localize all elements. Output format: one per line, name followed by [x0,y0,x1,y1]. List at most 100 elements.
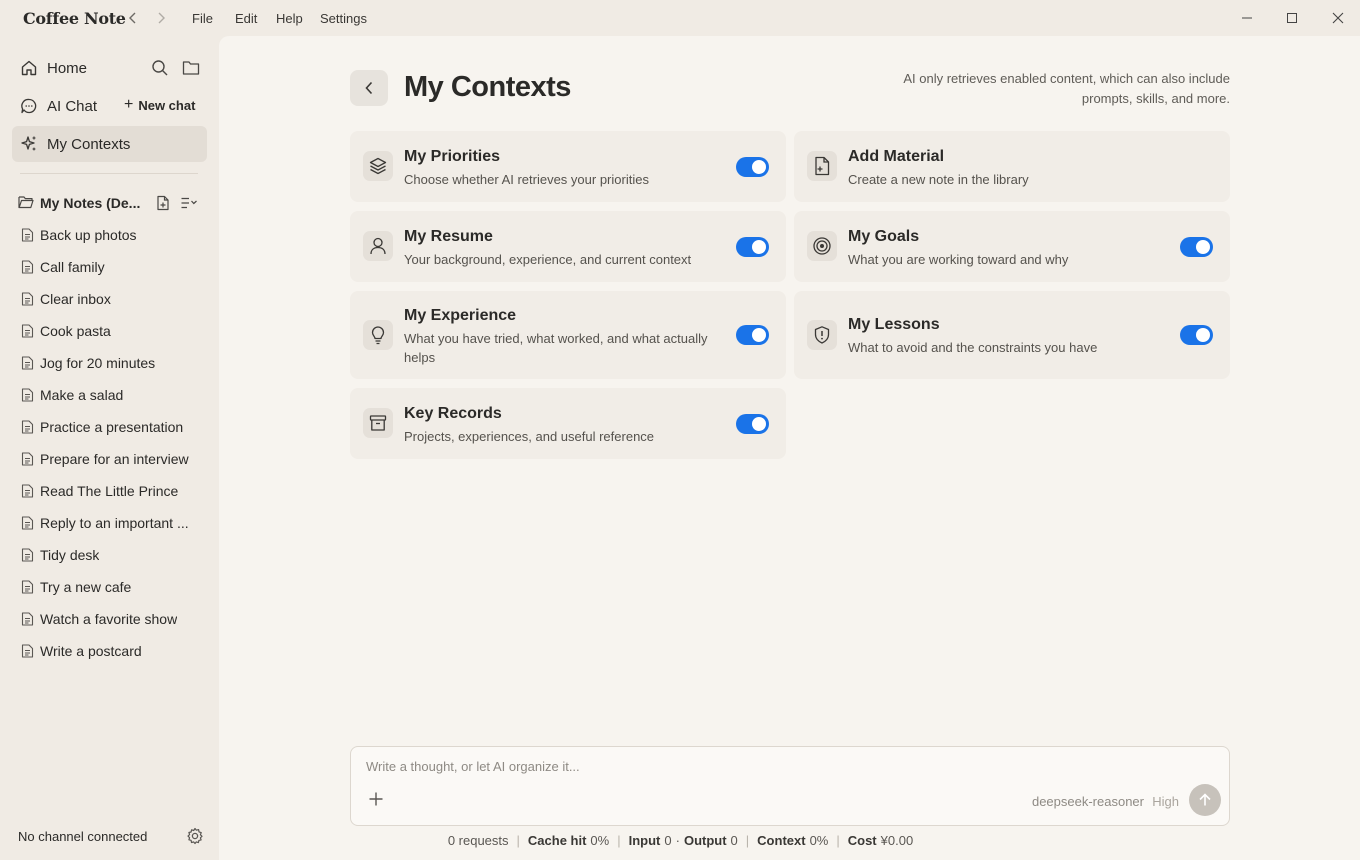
card-title: Key Records [404,405,502,422]
minimize-icon[interactable] [1238,9,1256,27]
home-icon [20,59,38,77]
close-icon[interactable] [1329,9,1347,27]
sidebar-item-label: My Contexts [47,135,131,153]
note-item[interactable]: Tidy desk [21,544,201,566]
document-icon [21,612,34,626]
nav-back-icon[interactable] [124,9,142,27]
app-title: Coffee Note [23,9,126,28]
document-icon [21,644,34,658]
new-note-icon[interactable] [153,193,173,213]
sort-list-icon[interactable] [179,193,199,213]
note-title: Tidy desk [40,547,100,563]
add-material-card[interactable]: Add Material Create a new note in the li… [794,131,1230,202]
sidebar-item-home[interactable]: Home [12,50,207,86]
toggle-records[interactable] [736,414,769,434]
search-icon[interactable] [150,58,170,78]
toggle-goals[interactable] [1180,237,1213,257]
context-card-priorities[interactable]: My Priorities Choose whether AI retrieve… [350,131,786,202]
note-item[interactable]: Clear inbox [21,288,201,310]
document-icon [21,516,34,530]
maximize-icon[interactable] [1283,9,1301,27]
folder-label: My Notes (De... [40,195,141,211]
composer: Write a thought, or let AI organize it..… [350,746,1230,826]
document-icon [21,484,34,498]
send-button[interactable] [1189,784,1221,816]
context-card-records[interactable]: Key Records Projects, experiences, and u… [350,388,786,459]
main-panel: My Contexts AI only retrieves enabled co… [219,36,1360,860]
nav-forward-icon[interactable] [152,9,170,27]
context-card-goals[interactable]: My Goals What you are working toward and… [794,211,1230,282]
sidebar: Home AI Chat + New chat My Contexts My N… [0,36,219,860]
note-title: Try a new cafe [40,579,132,595]
menu-help[interactable]: Help [276,11,303,26]
card-description: Your background, experience, and current… [404,252,692,267]
new-chat-label: New chat [138,97,196,113]
layers-icon [363,151,393,181]
new-chat-button[interactable]: + New chat [124,97,195,113]
input-value: 0 [664,833,672,848]
card-title: My Resume [404,228,493,245]
context-card-experience[interactable]: My Experience What you have tried, what … [350,291,786,379]
note-item[interactable]: Read The Little Prince [21,480,201,502]
note-title: Cook pasta [40,323,111,339]
card-title: My Lessons [848,316,940,333]
note-title: Clear inbox [40,291,111,307]
folder-open-icon [18,195,34,211]
document-icon [21,356,34,370]
note-item[interactable]: Reply to an important ... [21,512,201,534]
cost-value: ¥0.00 [880,833,914,848]
card-description: What you are working toward and why [848,252,1069,267]
card-description: What you have tried, what worked, and wh… [404,331,708,365]
target-icon [807,231,837,261]
sidebar-item-label: AI Chat [47,97,98,115]
note-item[interactable]: Watch a favorite show [21,608,201,630]
lightbulb-icon [363,320,393,350]
document-icon [21,388,34,402]
note-title: Back up photos [40,227,137,243]
note-item[interactable]: Cook pasta [21,320,201,342]
menu-settings[interactable]: Settings [320,11,367,26]
note-item[interactable]: Practice a presentation [21,416,201,438]
gear-icon[interactable] [186,827,204,845]
note-item[interactable]: Jog for 20 minutes [21,352,201,374]
composer-input[interactable]: Write a thought, or let AI organize it..… [366,759,580,774]
note-item[interactable]: Back up photos [21,224,201,246]
context-card-lessons[interactable]: My Lessons What to avoid and the constra… [794,291,1230,379]
sidebar-divider [20,173,198,174]
card-title: My Priorities [404,148,501,165]
cache-label: Cache hit [527,833,587,848]
cache-value: 0% [590,833,610,848]
document-icon [21,420,34,434]
menu-edit[interactable]: Edit [235,11,257,26]
toggle-priorities[interactable] [736,157,769,177]
sidebar-item-my-contexts[interactable]: My Contexts [12,126,207,162]
toggle-lessons[interactable] [1180,325,1213,345]
menu-file[interactable]: File [192,11,213,26]
input-label: Input [628,833,661,848]
card-title: Add Material [848,148,945,165]
note-item[interactable]: Write a postcard [21,640,201,662]
folder-icon[interactable] [181,58,201,78]
toggle-resume[interactable] [736,237,769,257]
context-value: 0% [809,833,829,848]
document-icon [21,260,34,274]
note-item[interactable]: Call family [21,256,201,278]
page-description: AI only retrieves enabled content, which… [903,71,1230,106]
toggle-experience[interactable] [736,325,769,345]
document-icon [21,548,34,562]
back-button[interactable] [350,70,388,106]
card-title: My Goals [848,228,920,245]
note-title: Watch a favorite show [40,611,178,627]
chat-bubble-icon [20,97,38,115]
archive-icon [363,408,393,438]
note-item[interactable]: Make a salad [21,384,201,406]
document-icon [21,452,34,466]
attach-plus-icon[interactable] [367,790,385,808]
note-item[interactable]: Prepare for an interview [21,448,201,470]
reasoning-level[interactable]: High [1152,794,1179,809]
document-icon [21,292,34,306]
note-title: Jog for 20 minutes [40,355,156,371]
context-card-resume[interactable]: My Resume Your background, experience, a… [350,211,786,282]
note-item[interactable]: Try a new cafe [21,576,201,598]
model-selector[interactable]: deepseek-reasoner [1032,794,1144,809]
